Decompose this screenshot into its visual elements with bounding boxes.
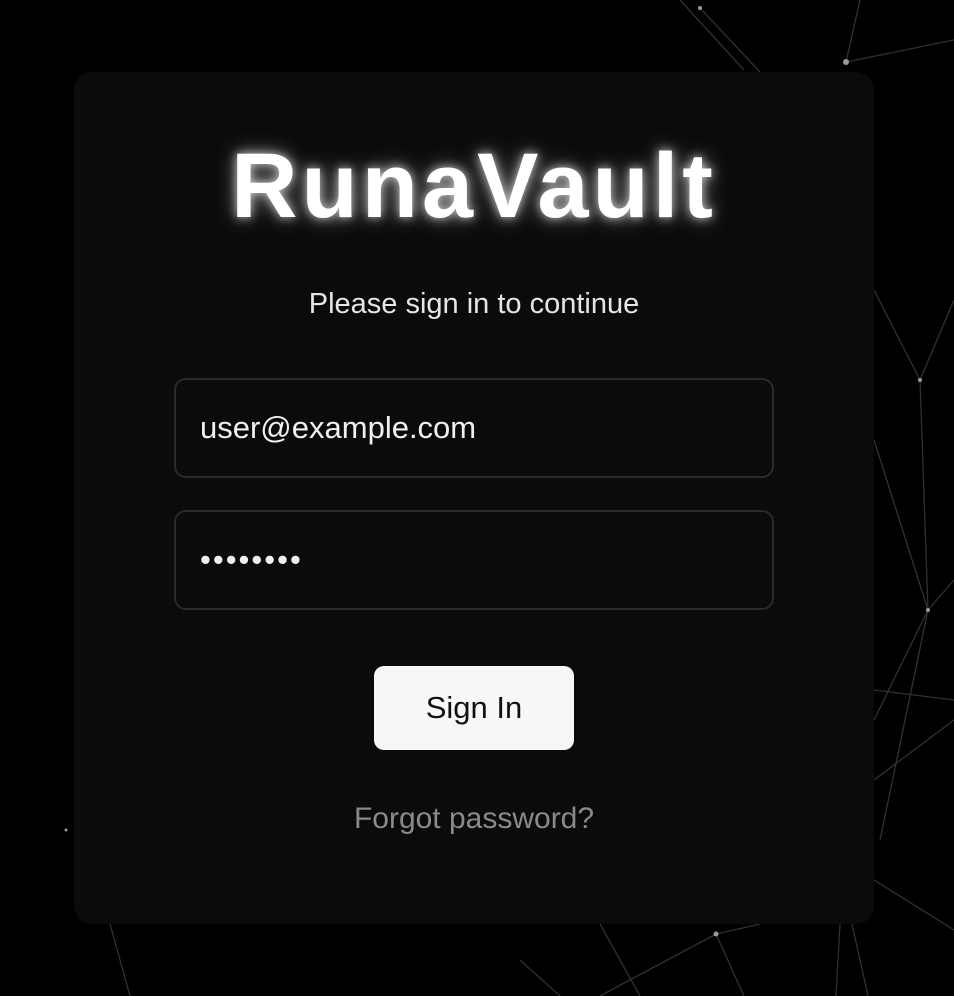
email-field[interactable]	[174, 378, 774, 478]
sign-in-button[interactable]: Sign In	[374, 666, 574, 750]
login-card: RunaVault Please sign in to continue Sig…	[74, 72, 874, 924]
app-logo-title: RunaVault	[231, 135, 717, 237]
signin-subtitle: Please sign in to continue	[308, 288, 640, 320]
forgot-password-link[interactable]: Forgot password?	[74, 804, 874, 834]
login-screen: RunaVault Please sign in to continue Sig…	[0, 0, 954, 996]
password-field[interactable]	[174, 510, 774, 610]
